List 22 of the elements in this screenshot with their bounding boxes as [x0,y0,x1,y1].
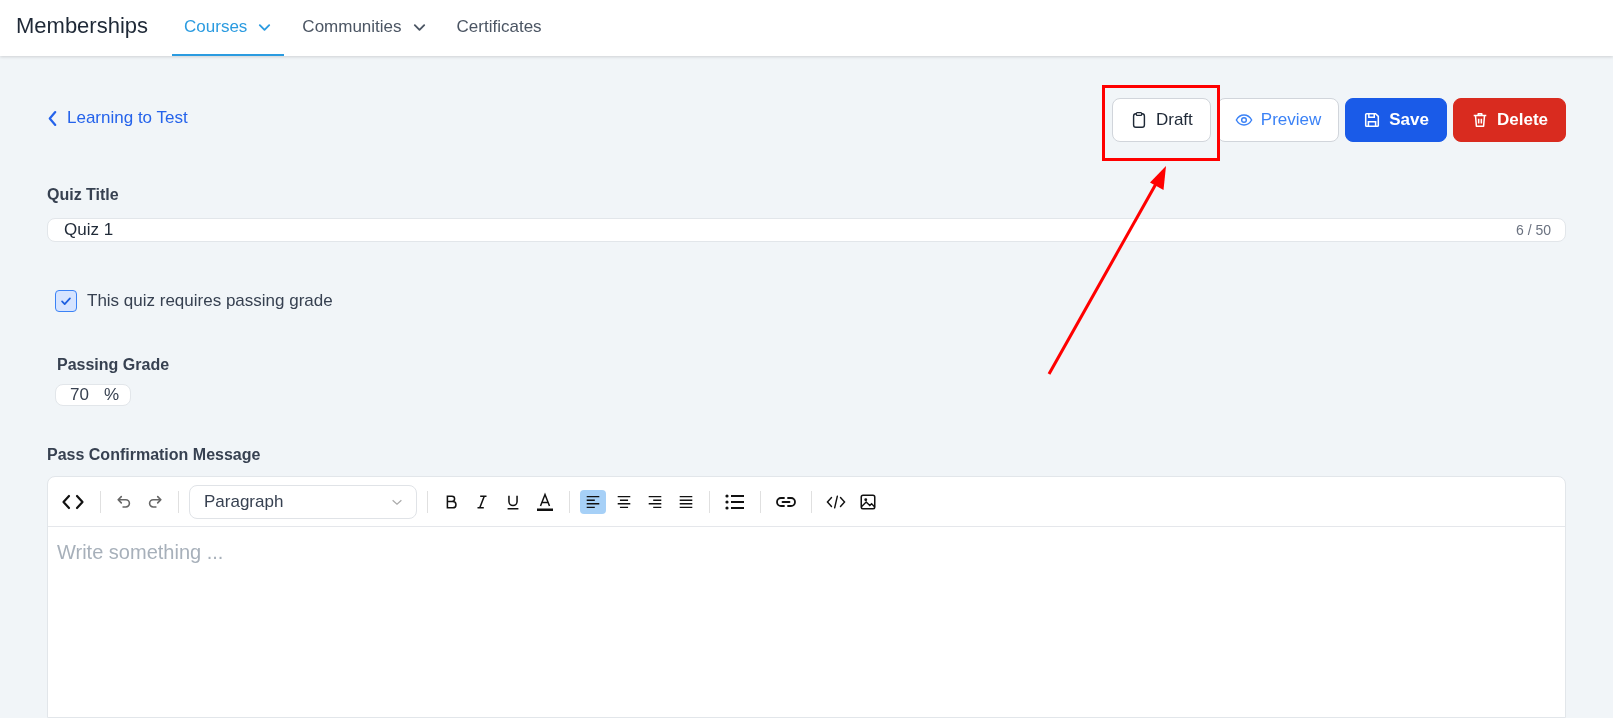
eye-icon [1234,111,1253,129]
align-left-icon[interactable] [580,489,606,514]
checkbox[interactable] [55,290,77,312]
percent-unit: % [104,385,120,405]
title-input[interactable]: Quiz 1 [62,219,1516,241]
app-title: Memberships [15,12,149,40]
character-counter: 6 / 50 [1515,222,1551,238]
grade-field[interactable]: 70 % [55,384,131,406]
checkbox-label: This quiz requires passing grade [87,291,333,311]
grade-input[interactable]: 70 [70,385,98,405]
format-dropdown[interactable]: Paragraph [189,484,417,519]
delete-button[interactable]: Delete [1452,98,1566,142]
draft-button[interactable]: Draft [1111,98,1211,142]
back-link[interactable]: Learning to Test [47,108,188,128]
nav-tab[interactable]: Certificates [444,0,554,56]
nav-tab[interactable]: Communities [290,0,439,56]
field-label: Quiz Title [47,186,120,204]
field-label: Passing Grade [57,356,171,374]
chevron-left-icon [47,109,58,127]
title-field[interactable]: Quiz 1 6 / 50 [47,218,1566,242]
field-label: Pass Confirmation Message [47,446,262,464]
save-button[interactable]: Save [1345,98,1447,142]
